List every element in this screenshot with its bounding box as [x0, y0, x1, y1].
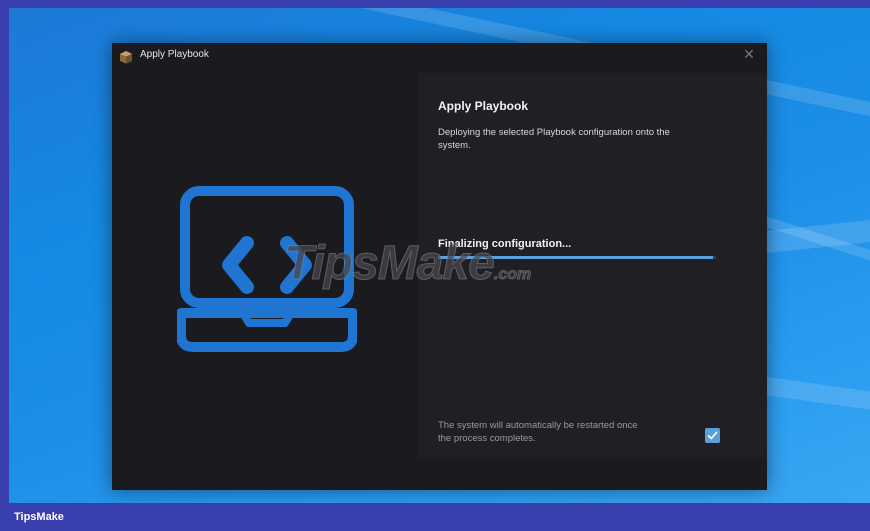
- watermark-text: TipsMake: [284, 237, 496, 291]
- close-icon: ✕: [743, 47, 755, 63]
- footer-brand: TipsMake: [14, 511, 64, 523]
- footer-bar: TipsMake: [0, 503, 870, 531]
- window-title: Apply Playbook: [140, 49, 209, 60]
- restart-note: The system will automatically be restart…: [438, 420, 638, 444]
- watermark: TipsMake.com: [284, 236, 532, 291]
- title-bar: Apply Playbook ✕: [112, 43, 767, 71]
- page-title: Apply Playbook: [438, 99, 529, 113]
- desktop-background: Apply Playbook ✕ Apply Playbook Deployin…: [9, 8, 870, 503]
- description-text: Deploying the selected Playbook configur…: [438, 127, 670, 151]
- watermark-suffix: .com: [493, 266, 532, 284]
- checkmark-icon: [707, 431, 718, 440]
- package-box-icon: [119, 49, 133, 64]
- close-button[interactable]: ✕: [739, 45, 759, 65]
- restart-checkbox[interactable]: [705, 428, 720, 443]
